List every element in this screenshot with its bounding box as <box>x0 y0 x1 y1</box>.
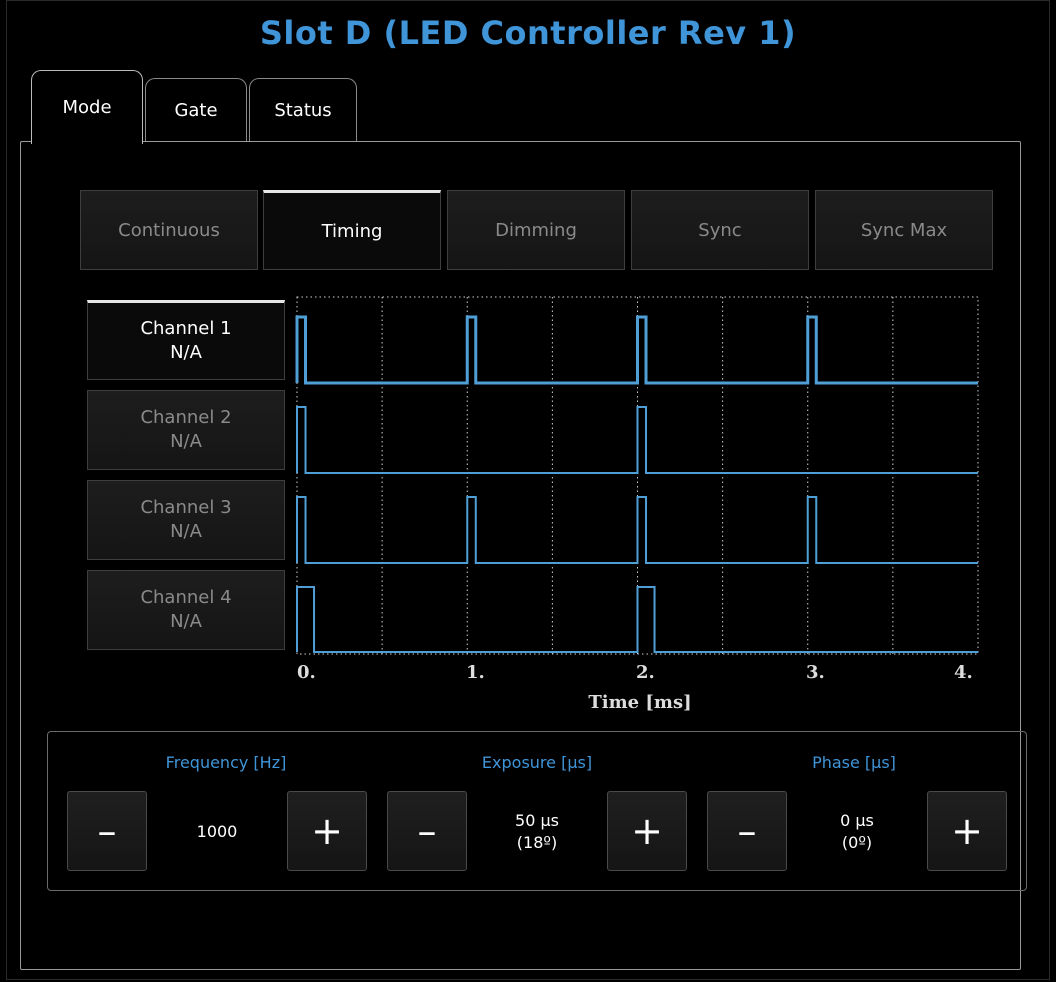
channel-value: N/A <box>170 342 202 363</box>
phase-value-degrees: (0º) <box>841 833 873 852</box>
mode-timing-button[interactable]: Timing <box>263 190 441 270</box>
frequency-decrement-button[interactable]: – <box>67 791 147 871</box>
frequency-label: Frequency [Hz] <box>165 753 287 772</box>
channel-2-button[interactable]: Channel 2 N/A <box>87 390 285 470</box>
channel-name: Channel 3 <box>140 497 232 518</box>
channel-3-button[interactable]: Channel 3 N/A <box>87 480 285 560</box>
exposure-value: 50 µs (18º) <box>467 806 607 858</box>
channel-value: N/A <box>170 431 202 452</box>
x-tick-label: 3. <box>806 662 825 683</box>
channel-name: Channel 4 <box>140 587 232 608</box>
channel-value: N/A <box>170 521 202 542</box>
phase-decrement-button[interactable]: – <box>707 791 787 871</box>
exposure-label: Exposure [µs] <box>481 753 593 772</box>
exposure-value-degrees: (18º) <box>516 833 558 852</box>
frequency-value-text: 1000 <box>196 822 238 841</box>
exposure-decrement-button[interactable]: – <box>387 791 467 871</box>
x-tick-label: 1. <box>466 662 485 683</box>
mode-sync-max-button[interactable]: Sync Max <box>815 190 993 270</box>
tab-status[interactable]: Status <box>249 78 357 142</box>
channel-name: Channel 1 <box>140 318 232 339</box>
mode-continuous-button[interactable]: Continuous <box>80 190 258 270</box>
exposure-increment-button[interactable]: + <box>607 791 687 871</box>
channel-name: Channel 2 <box>140 407 232 428</box>
tab-mode[interactable]: Mode <box>31 70 143 144</box>
frequency-increment-button[interactable]: + <box>287 791 367 871</box>
tab-gate[interactable]: Gate <box>145 78 247 142</box>
mode-sync-button[interactable]: Sync <box>631 190 809 270</box>
x-tick-label: 2. <box>636 662 655 683</box>
channel-4-button[interactable]: Channel 4 N/A <box>87 570 285 650</box>
channel-value: N/A <box>170 611 202 632</box>
exposure-value-text: 50 µs <box>515 811 559 830</box>
phase-value-text: 0 µs <box>840 811 874 830</box>
phase-value: 0 µs (0º) <box>787 806 927 858</box>
x-axis-label: Time [ms] <box>588 692 692 713</box>
channel-1-button[interactable]: Channel 1 N/A <box>87 300 285 380</box>
frequency-value: 1000 <box>147 806 287 858</box>
mode-dimming-button[interactable]: Dimming <box>447 190 625 270</box>
phase-increment-button[interactable]: + <box>927 791 1007 871</box>
x-tick-label: 4. <box>954 662 973 683</box>
x-tick-label: 0. <box>297 662 316 683</box>
phase-label: Phase [µs] <box>812 753 896 772</box>
window-title: Slot D (LED Controller Rev 1) <box>259 14 797 52</box>
